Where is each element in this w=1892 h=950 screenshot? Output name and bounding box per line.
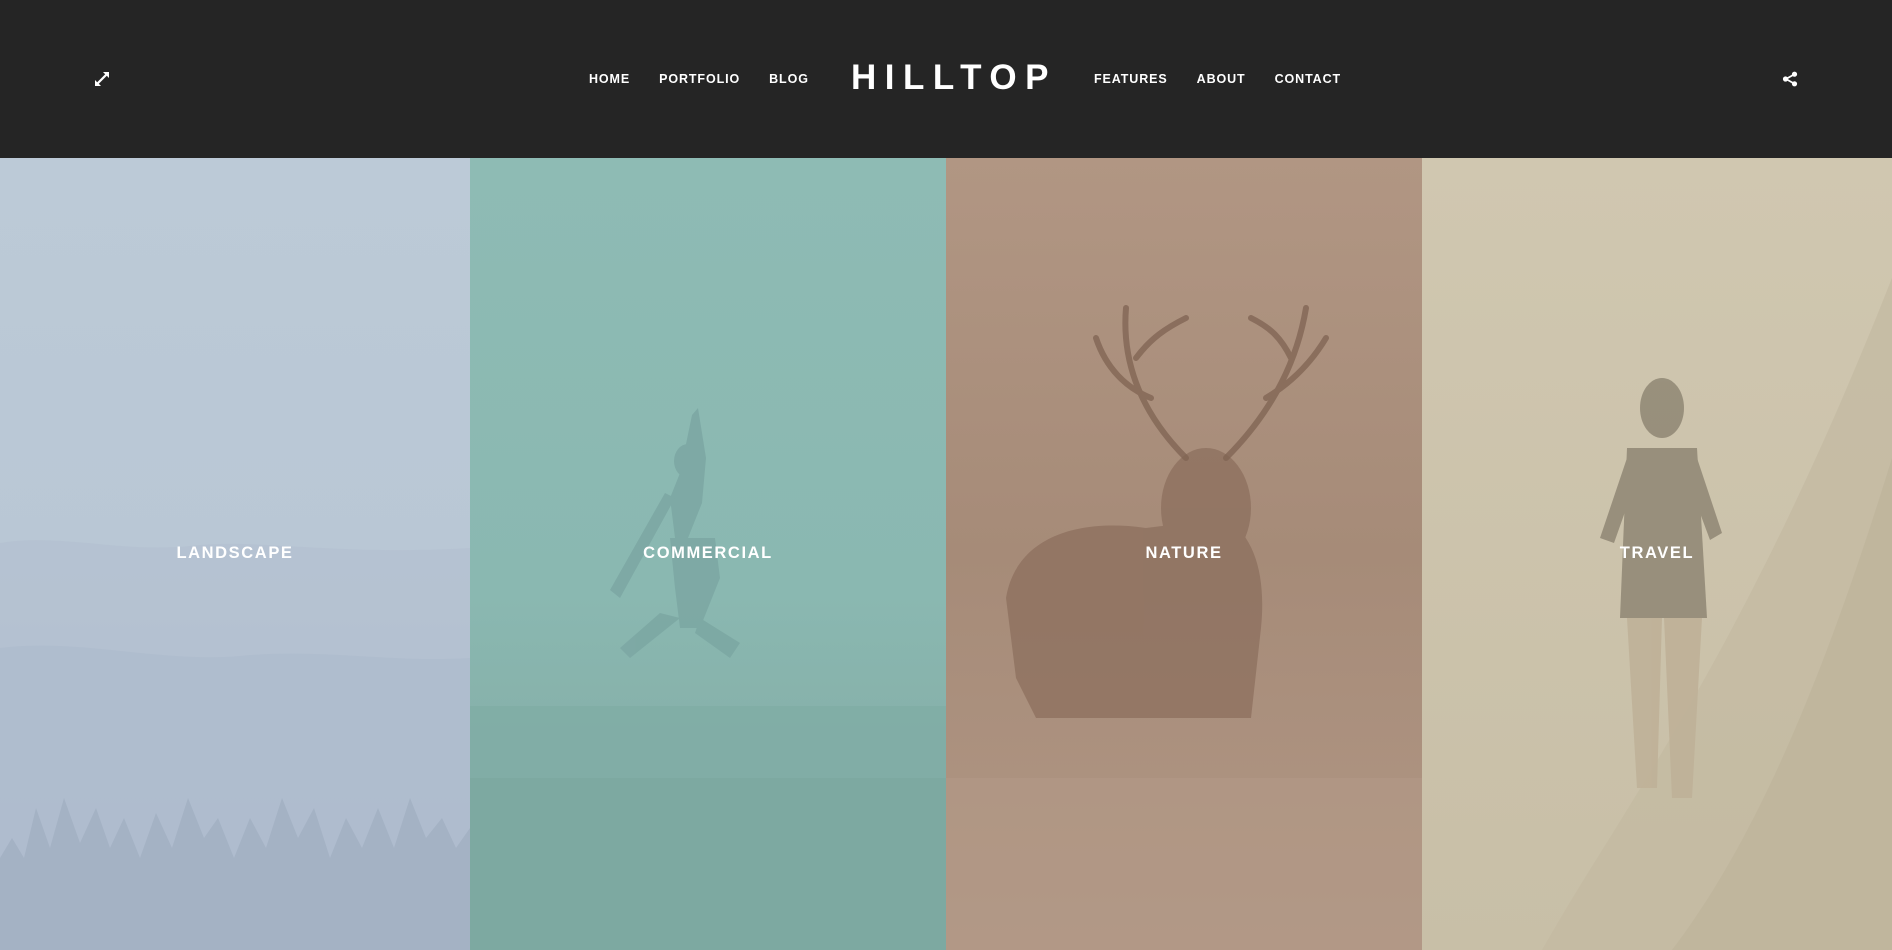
panel-label-travel: TRAVEL bbox=[1619, 544, 1695, 562]
nav-home[interactable]: HOME bbox=[589, 72, 630, 86]
nav-left: HOME PORTFOLIO BLOG bbox=[589, 0, 809, 158]
expand-icon[interactable] bbox=[89, 66, 115, 92]
panel-label-landscape: LANDSCAPE bbox=[176, 544, 294, 562]
nav-portfolio[interactable]: PORTFOLIO bbox=[659, 72, 740, 86]
panel-landscape[interactable]: LANDSCAPE bbox=[0, 158, 470, 950]
panel-label-commercial: COMMERCIAL bbox=[643, 544, 773, 562]
panel-commercial[interactable]: COMMERCIAL bbox=[470, 158, 946, 950]
nav-contact[interactable]: CONTACT bbox=[1275, 72, 1341, 86]
nav-right: FEATURES ABOUT CONTACT bbox=[1094, 0, 1341, 158]
nav-blog[interactable]: BLOG bbox=[769, 72, 809, 86]
category-panels: LANDSCAPE COMMERCIAL NATURE TRAVEL bbox=[0, 158, 1892, 950]
panel-label-nature: NATURE bbox=[1145, 544, 1223, 562]
share-icon[interactable] bbox=[1777, 66, 1803, 92]
nav-about[interactable]: ABOUT bbox=[1197, 72, 1246, 86]
panel-nature[interactable]: NATURE bbox=[946, 158, 1422, 950]
nav-features[interactable]: FEATURES bbox=[1094, 72, 1168, 86]
site-header: HOME PORTFOLIO BLOG HILLTOP FEATURES ABO… bbox=[0, 0, 1892, 158]
panel-travel[interactable]: TRAVEL bbox=[1422, 158, 1892, 950]
site-logo[interactable]: HILLTOP bbox=[851, 56, 1057, 100]
